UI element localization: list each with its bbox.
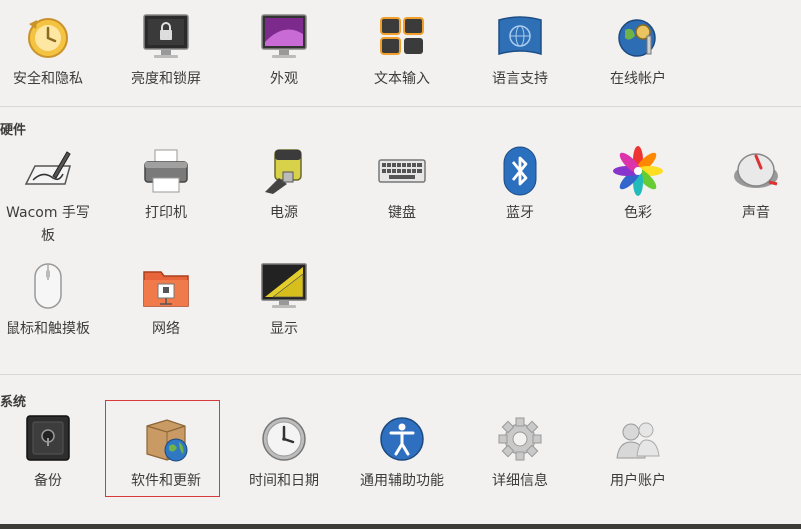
backup-item[interactable]: 备份 xyxy=(0,414,107,493)
clock-icon xyxy=(262,417,306,461)
language-item[interactable]: 语言支持 xyxy=(461,12,579,91)
privacy-item[interactable]: 安全和隐私 xyxy=(0,12,107,91)
display-label: 显示 xyxy=(270,321,298,337)
keyboard-label: 键盘 xyxy=(388,205,416,221)
text-entry-label: 文本输入 xyxy=(374,71,430,87)
accessibility-item[interactable]: 通用辅助功能 xyxy=(343,414,461,493)
datetime-item[interactable]: 时间和日期 xyxy=(225,414,343,493)
power-label: 电源 xyxy=(270,205,298,221)
backup-icon xyxy=(26,415,70,461)
mouse-icon xyxy=(34,263,62,309)
software-updates-label: 软件和更新 xyxy=(131,473,201,489)
window-bottom-edge xyxy=(0,524,801,529)
details-gear-icon xyxy=(498,417,542,461)
color-label: 色彩 xyxy=(624,205,652,221)
mouse-item[interactable]: 鼠标和触摸板 xyxy=(0,262,107,341)
sound-label: 声音 xyxy=(742,205,770,221)
sound-icon xyxy=(734,153,778,188)
lock-screen-icon xyxy=(143,14,189,58)
display-icon xyxy=(261,263,307,308)
online-accounts-icon xyxy=(618,19,656,57)
privacy-icon xyxy=(28,18,68,58)
keyboard-icon xyxy=(378,159,426,183)
language-icon xyxy=(498,16,542,55)
bluetooth-item[interactable]: 蓝牙 xyxy=(461,146,579,225)
online-accounts-label: 在线帐户 xyxy=(610,71,666,87)
user-accounts-label: 用户账户 xyxy=(610,473,666,489)
mouse-label: 鼠标和触摸板 xyxy=(6,321,90,337)
network-label: 网络 xyxy=(152,321,180,337)
user-accounts-icon xyxy=(616,422,660,459)
details-label: 详细信息 xyxy=(492,473,548,489)
appearance-item[interactable]: 外观 xyxy=(225,12,343,91)
printer-label: 打印机 xyxy=(145,205,187,221)
wacom-item[interactable]: Wacom 手写板 xyxy=(0,146,107,248)
accessibility-label: 通用辅助功能 xyxy=(360,473,444,489)
language-label: 语言支持 xyxy=(492,71,548,87)
wacom-label: Wacom 手写板 xyxy=(6,205,90,244)
power-icon xyxy=(265,149,302,194)
online-accounts-item[interactable]: 在线帐户 xyxy=(579,12,697,91)
hardware-section-title: 硬件 xyxy=(0,123,27,138)
datetime-label: 时间和日期 xyxy=(249,473,319,489)
bluetooth-icon xyxy=(503,146,537,196)
appearance-label: 外观 xyxy=(270,71,298,87)
wacom-tablet-icon xyxy=(24,151,71,185)
keyboard-item[interactable]: 键盘 xyxy=(343,146,461,225)
privacy-label: 安全和隐私 xyxy=(13,71,83,87)
display-item[interactable]: 显示 xyxy=(225,262,343,341)
power-item[interactable]: 电源 xyxy=(225,146,343,225)
network-item[interactable]: 网络 xyxy=(107,262,225,341)
lock-screen-label: 亮度和锁屏 xyxy=(131,71,201,87)
appearance-icon xyxy=(261,14,307,58)
keyboard-input-icon xyxy=(380,17,424,55)
printer-item[interactable]: 打印机 xyxy=(107,146,225,225)
color-item[interactable]: 色彩 xyxy=(579,146,697,225)
accessibility-icon xyxy=(380,417,424,461)
lock-screen-item[interactable]: 亮度和锁屏 xyxy=(107,12,225,91)
section-divider xyxy=(0,106,801,107)
software-updates-icon xyxy=(146,419,188,462)
bluetooth-label: 蓝牙 xyxy=(506,205,534,221)
system-section-title: 系统 xyxy=(0,395,27,410)
backup-label: 备份 xyxy=(34,473,62,489)
text-entry-item[interactable]: 文本输入 xyxy=(343,12,461,91)
section-divider xyxy=(0,374,801,375)
color-icon xyxy=(613,146,663,196)
sound-item[interactable]: 声音 xyxy=(697,146,801,225)
details-item[interactable]: 详细信息 xyxy=(461,414,579,493)
software-updates-item[interactable]: 软件和更新 xyxy=(107,414,225,493)
user-accounts-item[interactable]: 用户账户 xyxy=(579,414,697,493)
network-icon xyxy=(143,271,189,307)
printer-icon xyxy=(144,149,188,193)
